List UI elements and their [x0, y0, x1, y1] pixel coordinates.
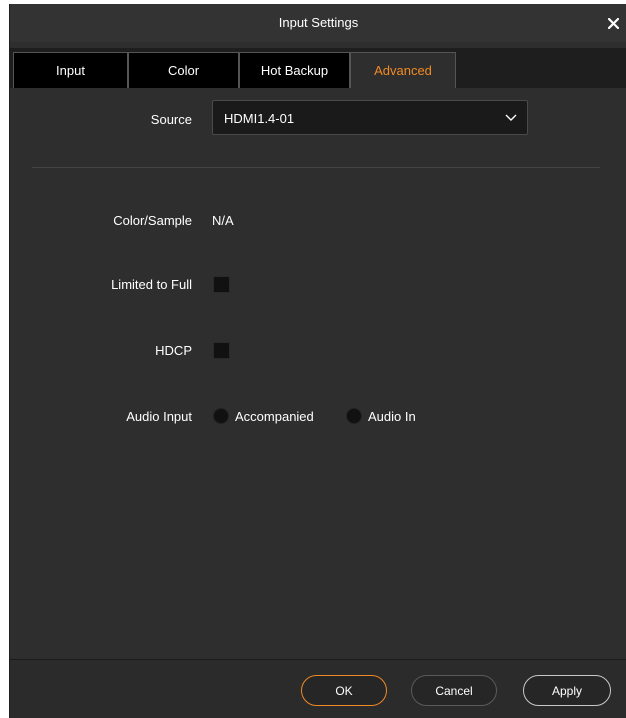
color-sample-value: N/A: [212, 213, 234, 228]
chevron-down-icon: [505, 114, 517, 121]
title-bar: Input Settings: [10, 4, 626, 42]
ok-button[interactable]: OK: [301, 675, 387, 706]
apply-button[interactable]: Apply: [523, 675, 611, 706]
tab-input[interactable]: Input: [13, 52, 128, 88]
divider: [32, 167, 600, 168]
limited-to-full-checkbox[interactable]: [213, 276, 230, 293]
tab-bar: Input Color Hot Backup Advanced: [10, 48, 626, 88]
color-sample-label: Color/Sample: [113, 213, 192, 228]
cancel-button[interactable]: Cancel: [411, 675, 497, 706]
audio-in-radio-label[interactable]: Audio In: [368, 409, 416, 424]
source-dropdown[interactable]: HDMI1.4-01: [212, 100, 528, 135]
input-settings-dialog: Input Settings Input Color Hot Backup Ad…: [9, 4, 626, 718]
accompanied-radio-label[interactable]: Accompanied: [235, 409, 314, 424]
dialog-title: Input Settings: [278, 15, 359, 30]
limited-to-full-label: Limited to Full: [111, 277, 192, 292]
tab-hot-backup[interactable]: Hot Backup: [239, 52, 350, 88]
close-button[interactable]: [603, 12, 623, 34]
tab-color[interactable]: Color: [128, 52, 239, 88]
audio-input-label: Audio Input: [126, 409, 192, 424]
dialog-footer: OK Cancel Apply: [10, 659, 626, 718]
source-value: HDMI1.4-01: [224, 111, 295, 126]
accompanied-radio[interactable]: [213, 408, 229, 424]
hdcp-checkbox[interactable]: [213, 342, 230, 359]
audio-in-radio[interactable]: [346, 408, 362, 424]
close-icon: [607, 17, 619, 29]
hdcp-label: HDCP: [155, 343, 192, 358]
tab-advanced[interactable]: Advanced: [350, 52, 456, 88]
source-label: Source: [150, 112, 192, 127]
